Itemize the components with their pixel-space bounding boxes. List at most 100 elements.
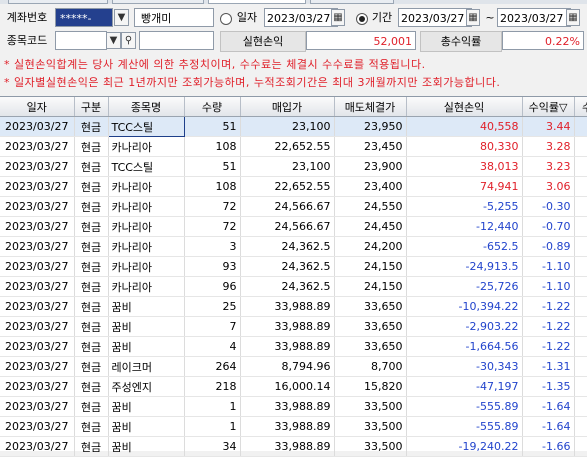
col-date[interactable]: 일자 bbox=[0, 97, 75, 117]
mode-period-radio[interactable] bbox=[356, 13, 368, 25]
cell-buy-price: 24,566.67 bbox=[240, 196, 335, 217]
cell-name: 카나리아 bbox=[108, 236, 185, 257]
cell-name: 카나리아 bbox=[108, 136, 185, 157]
calendar-icon[interactable]: ▦ bbox=[566, 9, 580, 26]
cell-buy-price: 23,100 bbox=[240, 116, 335, 137]
cell-extra bbox=[574, 136, 587, 157]
cell-extra bbox=[574, 356, 587, 377]
cell-name: 카나리아 bbox=[108, 276, 185, 297]
cell-extra bbox=[574, 216, 587, 237]
mode-daily-radio[interactable] bbox=[220, 13, 232, 25]
table-row[interactable]: 2023/03/27 현금 레이크머 264 8,794.96 8,700 -30,343-… bbox=[0, 356, 587, 377]
account-number-field[interactable]: *****-**74 bbox=[55, 8, 113, 44]
table-row[interactable]: 2023/03/27 현금 꿈비 4 33,988.89 33,650 -1,664.56-… bbox=[0, 336, 587, 357]
cell-extra bbox=[574, 116, 587, 137]
table-row[interactable]: 2023/03/27 현금 꿈비 1 33,988.89 33,500 -555.89 -1.… bbox=[0, 396, 587, 417]
table-row[interactable]: 2023/03/27 현금 카나리아 108 22,652.55 23,400 74,941… bbox=[0, 176, 587, 197]
table-row[interactable]: 2023/03/27 현금 카나리아 93 24,362.5 24,150 -24,913.… bbox=[0, 256, 587, 277]
cell-qty: 51 bbox=[184, 116, 241, 137]
cell-name: 카나리아 bbox=[108, 216, 185, 237]
search-icon[interactable]: ⚲ bbox=[121, 32, 136, 49]
cell-name: 꿈비 bbox=[108, 416, 185, 437]
cell-name: 꿈비 bbox=[108, 316, 185, 337]
tab-2[interactable] bbox=[112, 0, 204, 4]
cell-extra bbox=[574, 156, 587, 177]
cell-type: 현금 bbox=[74, 356, 109, 377]
table-row[interactable]: 2023/03/27 현금 꿈비 1 33,988.89 33,500 -555.89 -1.… bbox=[0, 416, 587, 437]
cell-extra bbox=[574, 276, 587, 297]
cell-return-rate: 3.06 bbox=[522, 176, 575, 197]
cell-date: 2023/03/27 bbox=[0, 296, 75, 317]
period-to-input[interactable]: 2023/03/27 bbox=[497, 8, 571, 27]
tab-4[interactable] bbox=[310, 0, 394, 4]
account-dropdown-button[interactable]: ▼ bbox=[114, 9, 129, 26]
cell-extra bbox=[574, 196, 587, 217]
table-row[interactable]: 2023/03/27 현금 TCC스틸 51 23,100 23,900 38,013 3.2… bbox=[0, 156, 587, 177]
col-return-rate[interactable]: 수익률▽ bbox=[522, 97, 575, 117]
total-return-value: 0.22% bbox=[502, 31, 584, 50]
cell-type: 현금 bbox=[74, 116, 109, 137]
pnl-table: 일자 구분 종목명 수량 매입가 매도체결가 실현손익 수익률▽ 수 2023/… bbox=[0, 97, 587, 457]
cell-name: TCC스틸 bbox=[108, 156, 185, 177]
cell-realized-pnl: -652.5 bbox=[406, 236, 523, 257]
table-row[interactable]: 2023/03/27 현금 주성엔지 218 16,000.14 15,820 -47,19… bbox=[0, 376, 587, 397]
stock-code-input[interactable] bbox=[55, 31, 107, 50]
cell-return-rate: 3.44 bbox=[522, 116, 575, 137]
cell-date: 2023/03/27 bbox=[0, 116, 75, 137]
cell-type: 현금 bbox=[74, 136, 109, 157]
table-row[interactable]: 2023/03/27 현금 TCC스틸 51 23,100 23,950 40,558 3.4… bbox=[0, 116, 587, 137]
cell-date: 2023/03/27 bbox=[0, 316, 75, 337]
cell-buy-price: 23,100 bbox=[240, 156, 335, 177]
cell-sell-price: 24,550 bbox=[334, 196, 407, 217]
cell-realized-pnl: -10,394.22 bbox=[406, 296, 523, 317]
period-from-input[interactable]: 2023/03/27 bbox=[398, 8, 472, 27]
cell-realized-pnl: -5,255 bbox=[406, 196, 523, 217]
col-type[interactable]: 구분 bbox=[74, 97, 109, 117]
table-row[interactable]: 2023/03/27 현금 꿈비 34 33,988.89 33,500 -19,240.2… bbox=[0, 436, 587, 457]
cell-qty: 7 bbox=[184, 316, 241, 337]
realized-pnl-value: 52,001 bbox=[306, 31, 416, 50]
cell-qty: 25 bbox=[184, 296, 241, 317]
table-row[interactable]: 2023/03/27 현금 카나리아 72 24,566.67 24,450 -12,440… bbox=[0, 216, 587, 237]
calendar-icon[interactable]: ▦ bbox=[466, 9, 480, 26]
cell-qty: 108 bbox=[184, 136, 241, 157]
col-realized-pnl[interactable]: 실현손익 bbox=[406, 97, 523, 117]
cell-extra bbox=[574, 336, 587, 357]
cell-date: 2023/03/27 bbox=[0, 396, 75, 417]
table-row[interactable]: 2023/03/27 현금 카나리아 72 24,566.67 24,550 -5,255-… bbox=[0, 196, 587, 217]
pnl-grid: 일자 구분 종목명 수량 매입가 매도체결가 실현손익 수익률▽ 수 2023/… bbox=[0, 96, 587, 457]
stock-name-field bbox=[139, 31, 214, 50]
cell-return-rate: -1.31 bbox=[522, 356, 575, 377]
cell-sell-price: 33,500 bbox=[334, 436, 407, 457]
cell-buy-price: 33,988.89 bbox=[240, 396, 335, 417]
table-row[interactable]: 2023/03/27 현금 꿈비 7 33,988.89 33,650 -2,903.22-… bbox=[0, 316, 587, 337]
col-extra[interactable]: 수 bbox=[574, 97, 587, 117]
period-separator: ~ bbox=[484, 7, 496, 28]
tab-3-active[interactable] bbox=[208, 0, 306, 4]
table-row[interactable]: 2023/03/27 현금 카나리아 108 22,652.55 23,450 80,330… bbox=[0, 136, 587, 157]
cell-realized-pnl: -47,197 bbox=[406, 376, 523, 397]
cell-realized-pnl: 40,558 bbox=[406, 116, 523, 137]
table-row[interactable]: 2023/03/27 현금 카나리아 96 24,362.5 24,150 -25,726-… bbox=[0, 276, 587, 297]
tab-1[interactable] bbox=[8, 0, 108, 4]
col-qty[interactable]: 수량 bbox=[184, 97, 241, 117]
table-row[interactable]: 2023/03/27 현금 카나리아 3 24,362.5 24,200 -652.5 -0.… bbox=[0, 236, 587, 257]
mode-period-label: 기간 bbox=[369, 7, 395, 28]
cell-date: 2023/03/27 bbox=[0, 356, 75, 377]
cell-date: 2023/03/27 bbox=[0, 336, 75, 357]
col-buy-price[interactable]: 매입가 bbox=[240, 97, 335, 117]
daily-date-input[interactable]: 2023/03/27 bbox=[264, 8, 338, 27]
col-sell-price[interactable]: 매도체결가 bbox=[334, 97, 407, 117]
table-row[interactable]: 2023/03/27 현금 꿈비 25 33,988.89 33,650 -10,394.2… bbox=[0, 296, 587, 317]
stock-code-label: 종목코드 bbox=[1, 30, 53, 51]
cell-sell-price: 8,700 bbox=[334, 356, 407, 377]
cell-sell-price: 33,650 bbox=[334, 296, 407, 317]
calendar-icon[interactable]: ▦ bbox=[331, 9, 345, 26]
stock-code-dropdown[interactable]: ▼ bbox=[106, 32, 121, 49]
table-header-row: 일자 구분 종목명 수량 매입가 매도체결가 실현손익 수익률▽ 수 bbox=[0, 97, 587, 117]
cell-buy-price: 22,652.55 bbox=[240, 176, 335, 197]
cell-buy-price: 24,566.67 bbox=[240, 216, 335, 237]
cell-return-rate: -1.64 bbox=[522, 396, 575, 417]
cell-buy-price: 33,988.89 bbox=[240, 336, 335, 357]
col-name[interactable]: 종목명 bbox=[108, 97, 185, 117]
